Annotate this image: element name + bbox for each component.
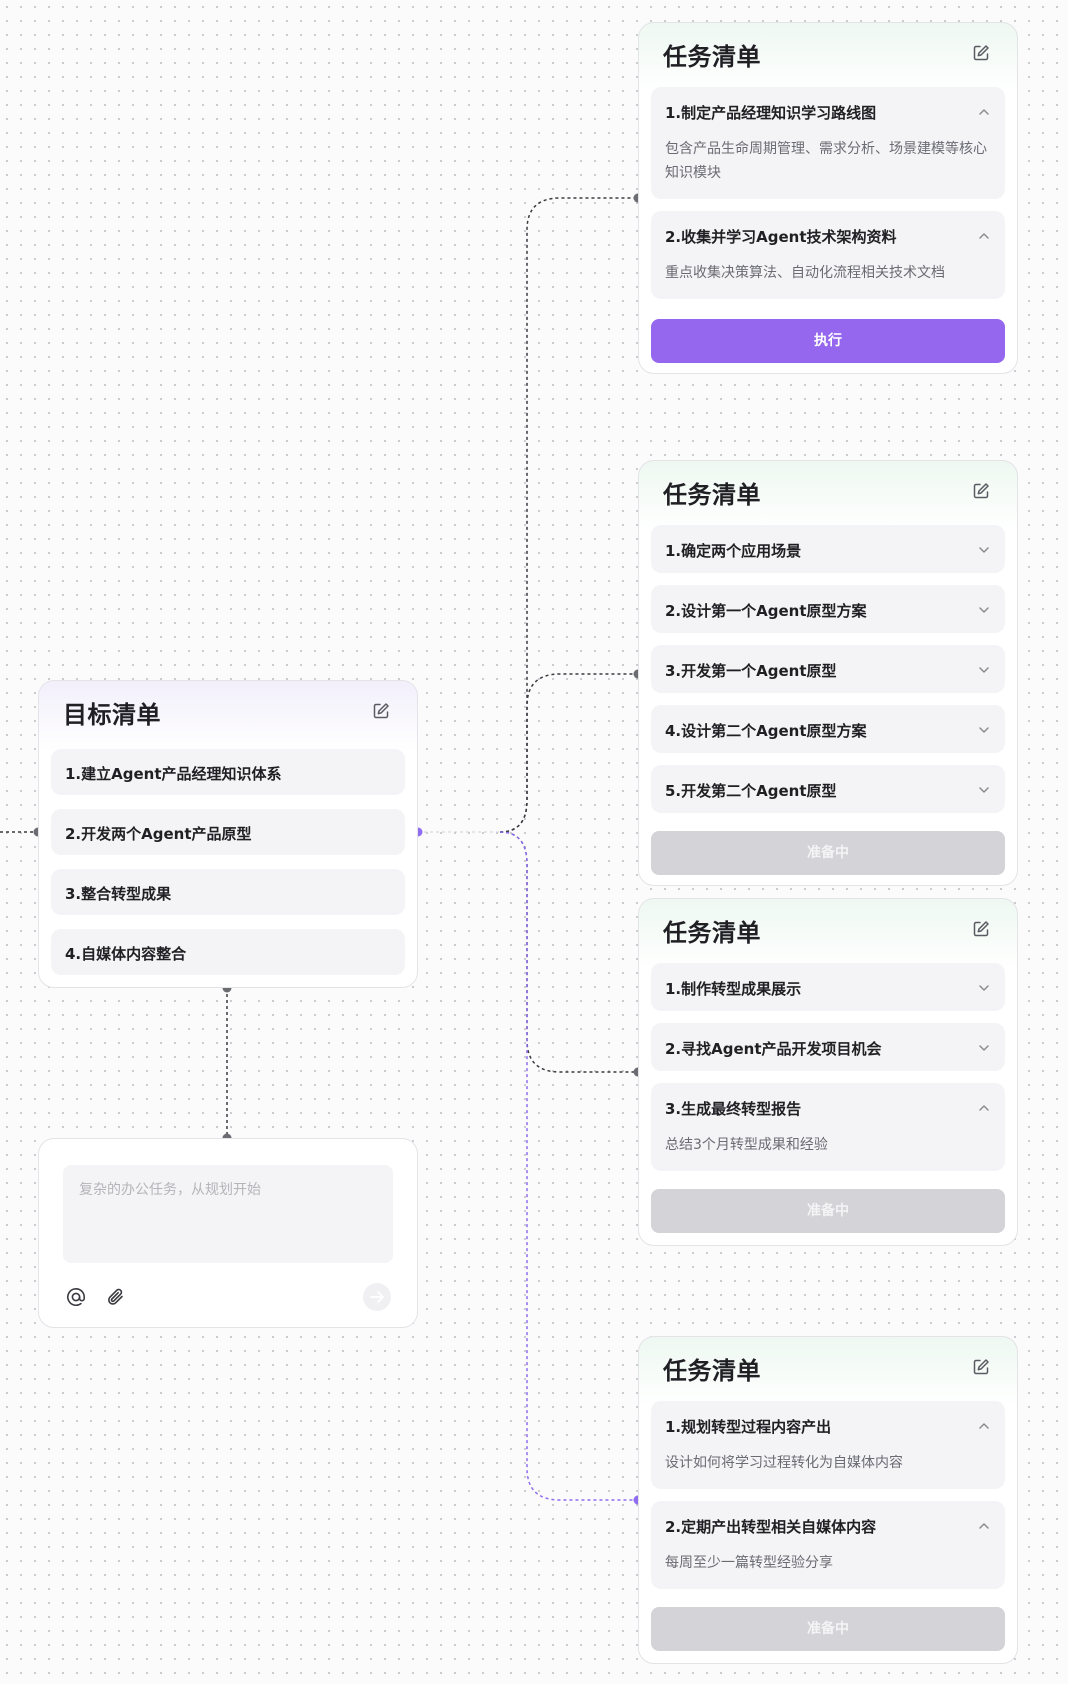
task-item[interactable]: 2.收集并学习Agent技术架构资料 重点收集决策算法、自动化流程相关技术文档 (651, 211, 1005, 299)
edit-icon[interactable] (971, 43, 991, 63)
chevron-up-icon[interactable] (977, 105, 991, 119)
goal-list-card: 目标清单 1.建立Agent产品经理知识体系 2.开发两个Agent产品原型 3… (38, 680, 418, 988)
preparing-button[interactable]: 准备中 (651, 1607, 1005, 1651)
task-item[interactable]: 4.设计第二个Agent原型方案 (651, 705, 1005, 753)
prompt-input-card (38, 1138, 418, 1328)
task-item[interactable]: 1.确定两个应用场景 (651, 525, 1005, 573)
chevron-down-icon[interactable] (977, 981, 991, 995)
task-card-title: 任务清单 (663, 481, 761, 509)
task-item-desc: 总结3个月转型成果和经验 (665, 1137, 828, 1153)
task-item[interactable]: 2.定期产出转型相关自媒体内容 每周至少一篇转型经验分享 (651, 1501, 1005, 1589)
task-card-header: 任务清单 (639, 1337, 1017, 1401)
task-item-title: 1.规划转型过程内容产出 (665, 1418, 832, 1436)
task-item[interactable]: 1.规划转型过程内容产出 设计如何将学习过程转化为自媒体内容 (651, 1401, 1005, 1489)
task-item-desc: 设计如何将学习过程转化为自媒体内容 (665, 1455, 903, 1471)
task-item-title: 2.寻找Agent产品开发项目机会 (665, 1040, 882, 1058)
chevron-down-icon[interactable] (977, 783, 991, 797)
task-item[interactable]: 1.制定产品经理知识学习路线图 包含产品生命周期管理、需求分析、场景建模等核心知… (651, 87, 1005, 199)
goal-item-label: 4.自媒体内容整合 (65, 945, 187, 963)
task-item-title: 1.确定两个应用场景 (665, 542, 802, 560)
edit-icon[interactable] (971, 919, 991, 939)
task-item-title: 2.设计第一个Agent原型方案 (665, 602, 867, 620)
task-list-card: 任务清单 1.确定两个应用场景 2.设计第一个Agent原型方案 3.开发第一个… (638, 460, 1018, 886)
send-icon[interactable] (362, 1282, 392, 1312)
paperclip-icon[interactable] (105, 1286, 127, 1308)
task-list-card: 任务清单 1.规划转型过程内容产出 设计如何将学习过程转化为自媒体内容 2.定期… (638, 1336, 1018, 1664)
task-card-header: 任务清单 (639, 899, 1017, 963)
goal-item[interactable]: 3.整合转型成果 (51, 869, 405, 915)
goal-card-title: 目标清单 (63, 701, 161, 729)
task-item-title: 3.生成最终转型报告 (665, 1100, 802, 1118)
task-item-desc: 每周至少一篇转型经验分享 (665, 1555, 833, 1571)
task-card-title: 任务清单 (663, 43, 761, 71)
task-item-title: 4.设计第二个Agent原型方案 (665, 722, 867, 740)
prompt-input[interactable] (63, 1165, 393, 1263)
task-item-title: 5.开发第二个Agent原型 (665, 782, 837, 800)
edit-icon[interactable] (371, 701, 391, 721)
connector-task-1 (499, 197, 638, 833)
chevron-up-icon[interactable] (977, 229, 991, 243)
task-item-desc: 包含产品生命周期管理、需求分析、场景建模等核心知识模块 (665, 141, 987, 181)
task-card-title: 任务清单 (663, 919, 761, 947)
task-item-title: 2.收集并学习Agent技术架构资料 (665, 228, 897, 246)
goal-item[interactable]: 4.自媒体内容整合 (51, 929, 405, 975)
chevron-up-icon[interactable] (977, 1419, 991, 1433)
chevron-down-icon[interactable] (977, 663, 991, 677)
goal-item[interactable]: 1.建立Agent产品经理知识体系 (51, 749, 405, 795)
task-item-desc: 重点收集决策算法、自动化流程相关技术文档 (665, 265, 945, 281)
task-item[interactable]: 2.寻找Agent产品开发项目机会 (651, 1023, 1005, 1071)
task-item[interactable]: 5.开发第二个Agent原型 (651, 765, 1005, 813)
goal-item-label: 3.整合转型成果 (65, 885, 172, 903)
chevron-up-icon[interactable] (977, 1101, 991, 1115)
task-item-title: 1.制定产品经理知识学习路线图 (665, 104, 877, 122)
goal-card-header: 目标清单 (39, 681, 417, 745)
task-item-title: 1.制作转型成果展示 (665, 980, 802, 998)
task-list-card: 任务清单 1.制作转型成果展示 2.寻找Agent产品开发项目机会 3.生成最终… (638, 898, 1018, 1246)
goal-item-label: 1.建立Agent产品经理知识体系 (65, 765, 282, 783)
task-item[interactable]: 3.开发第一个Agent原型 (651, 645, 1005, 693)
connector-task-3 (499, 831, 638, 1073)
task-item[interactable]: 2.设计第一个Agent原型方案 (651, 585, 1005, 633)
preparing-button[interactable]: 准备中 (651, 1189, 1005, 1233)
at-icon[interactable] (65, 1286, 87, 1308)
task-item-title: 2.定期产出转型相关自媒体内容 (665, 1518, 877, 1536)
connector-task-2 (499, 673, 638, 833)
preparing-button[interactable]: 准备中 (651, 831, 1005, 875)
goal-item-label: 2.开发两个Agent产品原型 (65, 825, 252, 843)
task-card-header: 任务清单 (639, 461, 1017, 525)
chevron-down-icon[interactable] (977, 1041, 991, 1055)
task-item[interactable]: 3.生成最终转型报告 总结3个月转型成果和经验 (651, 1083, 1005, 1171)
edit-icon[interactable] (971, 1357, 991, 1377)
chevron-up-icon[interactable] (977, 1519, 991, 1533)
task-item[interactable]: 1.制作转型成果展示 (651, 963, 1005, 1011)
edit-icon[interactable] (971, 481, 991, 501)
chevron-down-icon[interactable] (977, 543, 991, 557)
connector-task-4 (499, 831, 638, 1501)
task-item-title: 3.开发第一个Agent原型 (665, 662, 837, 680)
task-card-title: 任务清单 (663, 1357, 761, 1385)
execute-button[interactable]: 执行 (651, 319, 1005, 363)
chevron-down-icon[interactable] (977, 603, 991, 617)
task-list-card: 任务清单 1.制定产品经理知识学习路线图 包含产品生命周期管理、需求分析、场景建… (638, 22, 1018, 374)
chevron-down-icon[interactable] (977, 723, 991, 737)
task-card-header: 任务清单 (639, 23, 1017, 87)
goal-item[interactable]: 2.开发两个Agent产品原型 (51, 809, 405, 855)
